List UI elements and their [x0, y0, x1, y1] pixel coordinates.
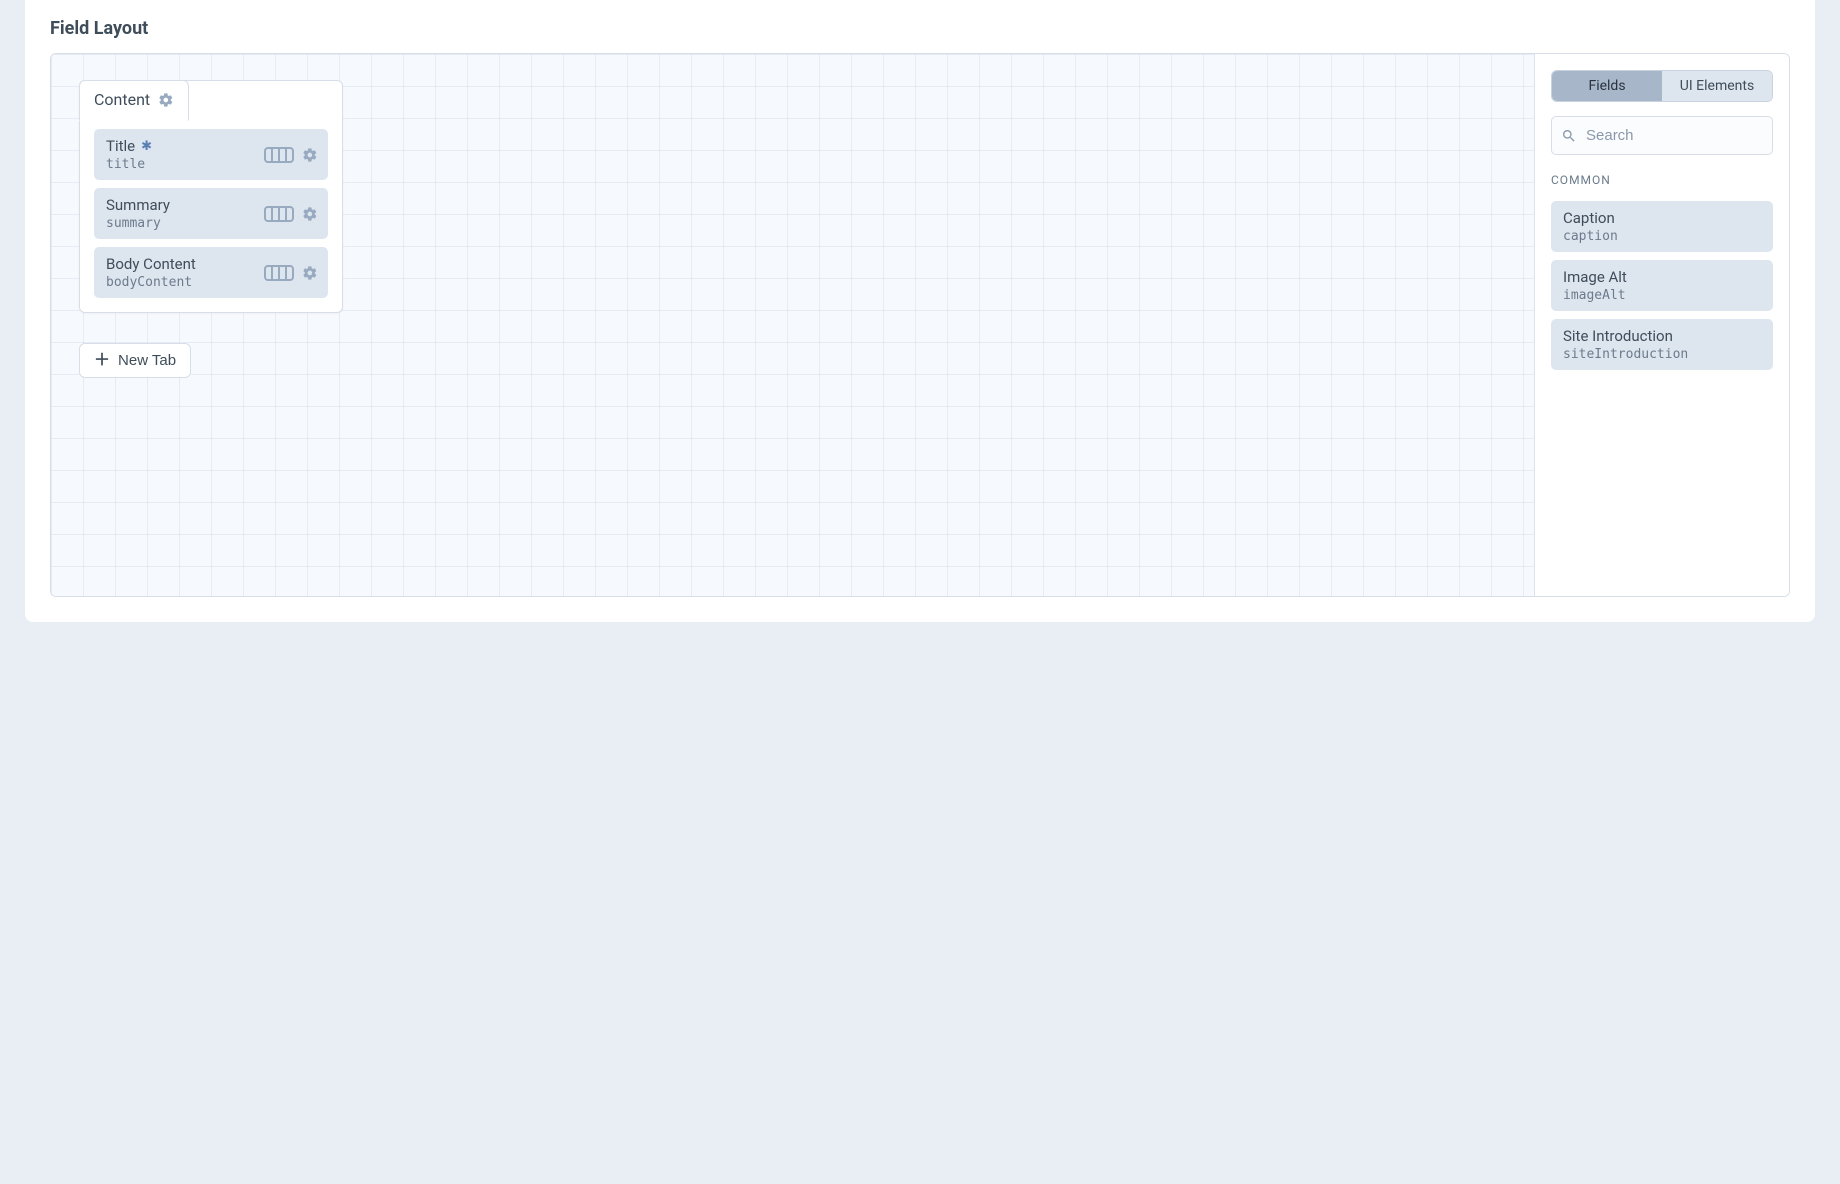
width-indicator[interactable] — [264, 147, 294, 163]
new-tab-button[interactable]: ＋ New Tab — [79, 343, 191, 378]
search-input[interactable] — [1551, 116, 1773, 155]
search-icon — [1561, 128, 1577, 144]
field-row-summary[interactable]: Summary summary — [94, 188, 328, 239]
field-row-body-content[interactable]: Body Content bodyContent — [94, 247, 328, 298]
asterisk-icon: ✱ — [141, 140, 152, 153]
available-fields-list: Caption caption Image Alt imageAlt Site … — [1551, 201, 1773, 370]
gear-icon[interactable] — [302, 206, 318, 222]
gear-icon[interactable] — [302, 265, 318, 281]
new-tab-label: New Tab — [118, 352, 176, 369]
field-label: Title — [106, 137, 135, 155]
layout-tab-name: Content — [94, 90, 150, 109]
tab-fields[interactable]: Fields — [1552, 71, 1662, 101]
layout-tab-card: Content Title ✱ — [79, 80, 343, 313]
width-indicator[interactable] — [264, 206, 294, 222]
section-title: Field Layout — [50, 0, 1790, 53]
group-label-common: COMMON — [1551, 173, 1773, 187]
field-handle: title — [106, 157, 152, 172]
field-handle: summary — [106, 216, 170, 231]
field-layout-container: Content Title ✱ — [50, 53, 1790, 597]
width-indicator[interactable] — [264, 265, 294, 281]
available-field-site-introduction[interactable]: Site Introduction siteIntroduction — [1551, 319, 1773, 370]
tab-ui-elements[interactable]: UI Elements — [1662, 71, 1772, 101]
available-field-label: Image Alt — [1563, 268, 1761, 286]
gear-icon[interactable] — [302, 147, 318, 163]
available-field-handle: caption — [1563, 229, 1761, 244]
library-sidebar: Fields UI Elements COMMON Caption captio… — [1535, 54, 1789, 596]
library-segmented-control: Fields UI Elements — [1551, 70, 1773, 102]
available-field-handle: imageAlt — [1563, 288, 1761, 303]
available-field-label: Caption — [1563, 209, 1761, 227]
field-handle: bodyContent — [106, 275, 196, 290]
search-wrap — [1551, 116, 1773, 155]
field-label: Summary — [106, 196, 170, 214]
plus-icon: ＋ — [94, 353, 110, 369]
available-field-handle: siteIntroduction — [1563, 347, 1761, 362]
gear-icon[interactable] — [158, 92, 174, 108]
layout-tab-header[interactable]: Content — [79, 80, 189, 121]
available-field-label: Site Introduction — [1563, 327, 1761, 345]
field-label: Body Content — [106, 255, 196, 273]
field-layout-designer: Content Title ✱ — [51, 54, 1535, 596]
available-field-caption[interactable]: Caption caption — [1551, 201, 1773, 252]
field-list: Title ✱ title — [80, 121, 342, 312]
field-row-title[interactable]: Title ✱ title — [94, 129, 328, 180]
available-field-image-alt[interactable]: Image Alt imageAlt — [1551, 260, 1773, 311]
